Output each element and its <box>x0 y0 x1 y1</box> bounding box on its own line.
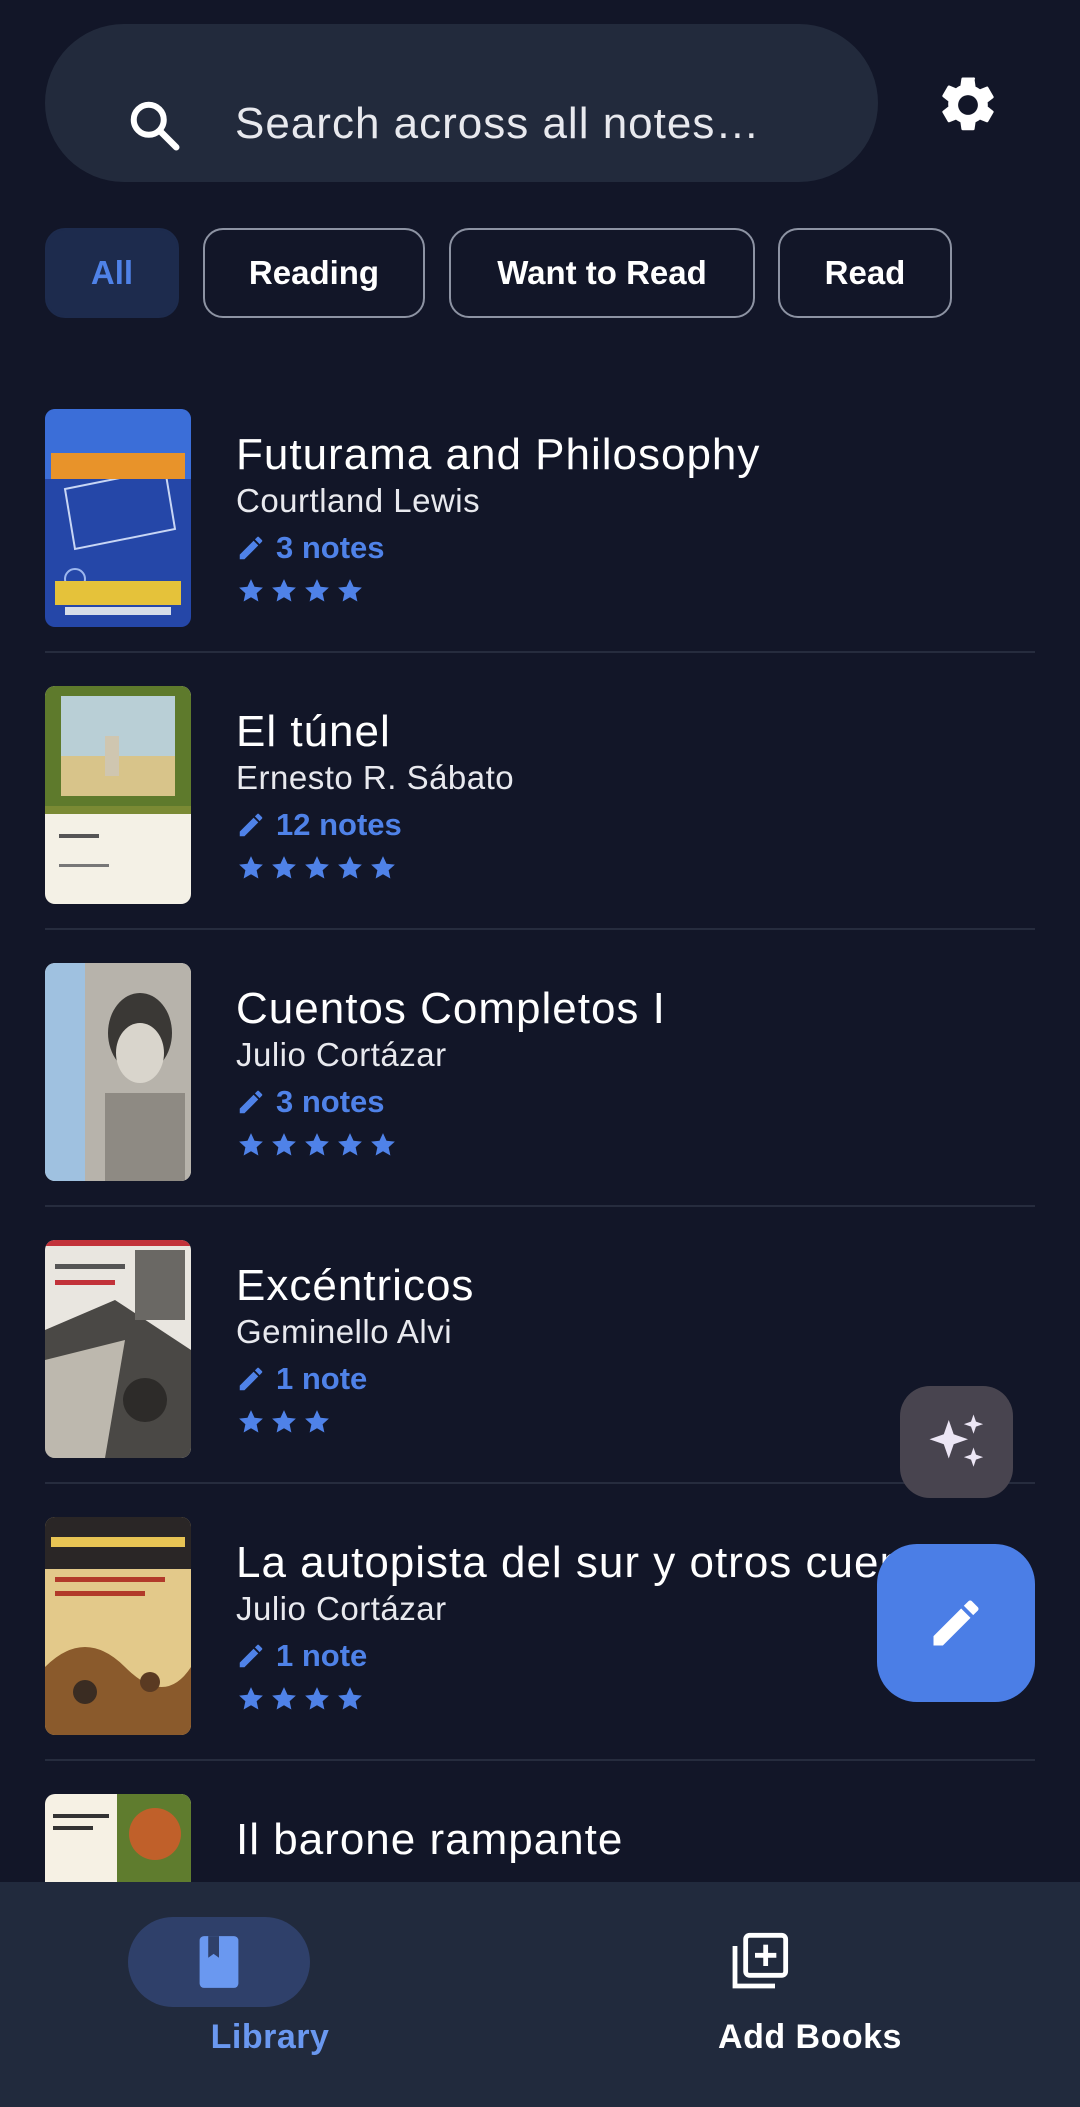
gear-icon[interactable] <box>935 72 1001 138</box>
star-icon <box>305 1133 329 1156</box>
pencil-icon <box>239 813 263 837</box>
star-icon <box>272 579 296 602</box>
book-icon <box>199 1936 239 1988</box>
star-icon <box>338 1133 362 1156</box>
filter-chip-all[interactable]: All <box>45 228 179 318</box>
nav-icon-container <box>668 1917 850 2007</box>
star-icon <box>272 1687 296 1710</box>
notes-count: 3 notes <box>236 1082 385 1122</box>
book-cover-image <box>45 409 191 627</box>
star-icon <box>305 579 329 602</box>
ai-sparkle-button[interactable] <box>900 1386 1013 1498</box>
star-icon <box>305 856 329 879</box>
star-icon <box>338 856 362 879</box>
book-title: Futurama and Philosophy <box>236 430 761 479</box>
star-icon <box>239 1687 263 1710</box>
nav-label-add-books: Add Books <box>718 2018 902 2056</box>
add-library-icon <box>732 1932 789 1989</box>
notes-count-label: 12 notes <box>276 807 402 842</box>
pencil-icon <box>933 1600 979 1646</box>
nav-item-library[interactable]: Library <box>0 1882 540 2107</box>
search-bar[interactable]: Search across all notes… <box>45 24 878 182</box>
notes-count: 1 note <box>236 1636 367 1676</box>
rating-stars <box>236 1407 335 1441</box>
star-icon <box>305 1687 329 1710</box>
pencil-icon <box>239 536 263 560</box>
book-author: Julio Cortázar <box>236 1590 447 1627</box>
book-author: Julio Cortázar <box>236 1036 447 1073</box>
nav-active-indicator <box>128 1917 310 2007</box>
star-icon <box>272 856 296 879</box>
rating-stars <box>236 576 368 610</box>
nav-label-library: Library <box>210 2018 330 2056</box>
book-title: Cuentos Completos I <box>236 984 666 1033</box>
notes-count-label: 3 notes <box>276 530 385 565</box>
star-icon <box>239 579 263 602</box>
notes-count-label: 1 note <box>276 1361 368 1396</box>
filter-chip-read[interactable]: Read <box>778 228 952 318</box>
pencil-icon <box>239 1090 263 1114</box>
book-title: El túnel <box>236 707 391 756</box>
star-icon <box>305 1410 329 1433</box>
book-item[interactable]: Excéntricos Geminello Alvi 1 note <box>45 1207 1035 1484</box>
star-icon <box>239 1133 263 1156</box>
star-icon <box>338 1687 362 1710</box>
rating-stars <box>236 1684 368 1718</box>
search-input[interactable]: Search across all notes… <box>235 99 760 149</box>
star-icon <box>371 1133 395 1156</box>
rating-stars <box>236 853 401 887</box>
book-title: Il barone rampante <box>236 1815 624 1864</box>
book-item[interactable]: Cuentos Completos I Julio Cortázar 3 not… <box>45 930 1035 1207</box>
pencil-icon <box>239 1644 263 1668</box>
notes-count-label: 3 notes <box>276 1084 385 1119</box>
search-icon <box>130 101 180 151</box>
new-note-button[interactable] <box>877 1544 1035 1702</box>
book-cover-image <box>45 1517 191 1735</box>
book-item[interactable]: El túnel Ernesto R. Sábato 12 notes <box>45 653 1035 930</box>
book-cover-image <box>45 686 191 904</box>
book-author: Geminello Alvi <box>236 1313 453 1350</box>
sparkle-icon <box>929 1414 983 1467</box>
pencil-icon <box>239 1367 263 1391</box>
book-author: Ernesto R. Sábato <box>236 759 515 796</box>
star-icon <box>239 1410 263 1433</box>
book-item[interactable]: Futurama and Philosophy Courtland Lewis … <box>45 376 1035 653</box>
filter-chip-reading[interactable]: Reading <box>203 228 425 318</box>
book-author: Courtland Lewis <box>236 482 481 519</box>
book-cover-image <box>45 1794 191 1882</box>
bottom-navigation: Library Add Books <box>0 1882 1080 2107</box>
book-title: Excéntricos <box>236 1261 475 1310</box>
notes-count: 1 note <box>236 1359 367 1399</box>
star-icon <box>371 856 395 879</box>
book-cover-image <box>45 963 191 1181</box>
nav-item-add-books[interactable]: Add Books <box>540 1882 1080 2107</box>
star-icon <box>272 1133 296 1156</box>
star-icon <box>338 579 362 602</box>
star-icon <box>239 856 263 879</box>
rating-stars <box>236 1130 401 1164</box>
notes-count-label: 1 note <box>276 1638 368 1673</box>
notes-count: 12 notes <box>236 805 402 845</box>
filter-chip-want-to-read[interactable]: Want to Read <box>449 228 755 318</box>
book-cover-image <box>45 1240 191 1458</box>
star-icon <box>272 1410 296 1433</box>
book-title: La autopista del sur y otros cuentos <box>236 1538 967 1587</box>
notes-count: 3 notes <box>236 528 385 568</box>
book-item[interactable]: Il barone rampante <box>45 1761 1035 1882</box>
